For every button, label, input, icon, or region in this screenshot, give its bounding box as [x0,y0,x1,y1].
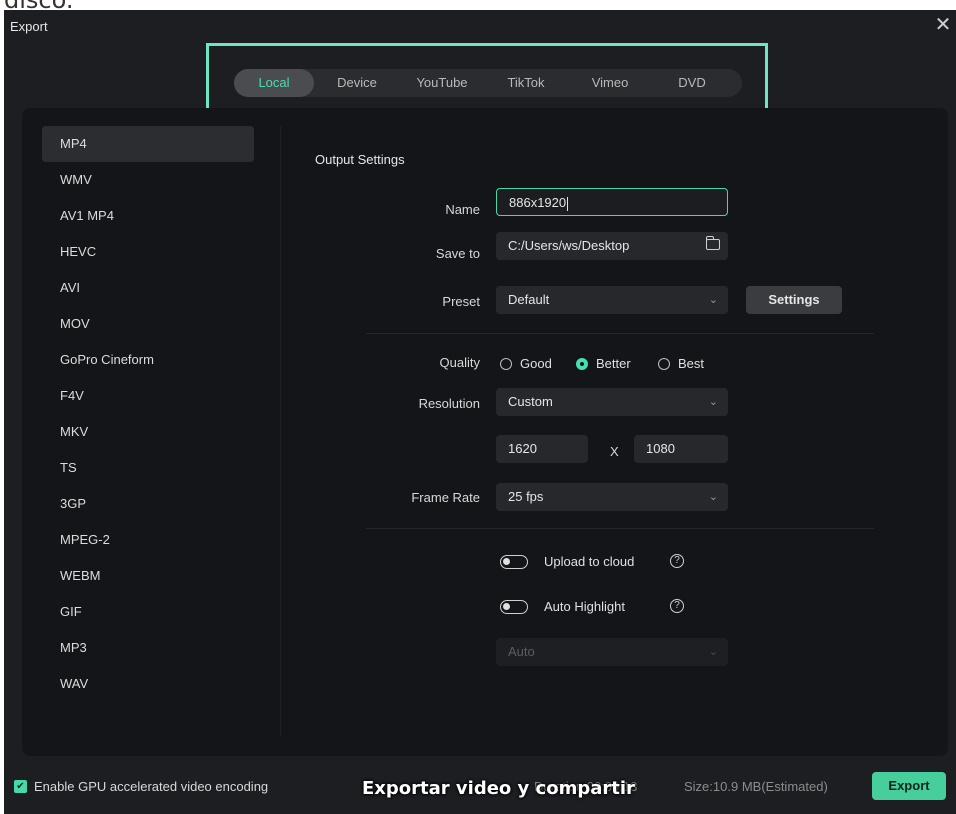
format-item-mp4[interactable]: MP4 [42,126,254,162]
upload-cloud-toggle[interactable] [500,555,528,569]
quality-best-label: Best [678,356,705,371]
format-item-ts[interactable]: TS [42,450,254,486]
tab-tiktok[interactable]: TikTok [484,69,568,97]
format-list: MP4 WMV AV1 MP4 HEVC AVI MOV GoPro Cinef… [42,126,254,702]
tab-vimeo[interactable]: Vimeo [568,69,652,97]
quality-radio-good[interactable]: Good [500,356,552,371]
format-item-hevc[interactable]: HEVC [42,234,254,270]
upload-cloud-label: Upload to cloud [544,554,635,569]
help-icon[interactable]: ? [670,554,684,568]
output-settings-title: Output Settings [315,152,405,167]
auto-highlight-select: Auto ⌄ [496,638,728,666]
sidebar-divider [280,126,281,736]
saveto-label: Save to [435,246,480,261]
preset-label: Preset [442,294,480,309]
resolution-select[interactable]: Custom ⌄ [496,388,728,416]
dimension-separator: X [610,444,619,459]
saveto-value: C:/Users/ws/Desktop [508,238,630,253]
format-item-gopro-cineform[interactable]: GoPro Cineform [42,342,254,378]
toggle-knob [503,603,510,610]
format-item-wmv[interactable]: WMV [42,162,254,198]
format-item-mpeg2[interactable]: MPEG-2 [42,522,254,558]
window-title: Export [10,19,48,34]
auto-highlight-toggle[interactable] [500,600,528,614]
resolution-value: Custom [508,394,553,409]
export-target-tabs: Local Device YouTube TikTok Vimeo DVD [234,69,742,97]
preset-select[interactable]: Default ⌄ [496,286,728,314]
text-caret [567,196,569,211]
format-item-mkv[interactable]: MKV [42,414,254,450]
tab-dvd[interactable]: DVD [652,69,732,97]
format-item-gif[interactable]: GIF [42,594,254,630]
folder-icon[interactable] [705,236,720,250]
auto-value: Auto [508,644,535,659]
saveto-field[interactable]: C:/Users/ws/Desktop [496,232,728,260]
format-item-avi[interactable]: AVI [42,270,254,306]
preset-value: Default [508,292,550,307]
size-text: Size:10.9 MB(Estimated) [684,779,828,794]
format-item-wav[interactable]: WAV [42,666,254,702]
radio-selected-icon [576,357,588,370]
tab-device[interactable]: Device [314,69,400,97]
radio-circle-icon [658,357,670,370]
radio-circle-icon [500,357,512,370]
tab-local[interactable]: Local [234,69,314,97]
chevron-down-icon: ⌄ [708,646,718,658]
export-dialog: Export ✕ Local Device YouTube TikTok Vim… [4,10,956,814]
name-input[interactable]: 886x1920 [496,188,728,216]
quality-better-label: Better [596,356,631,371]
width-input[interactable]: 1620 [496,435,588,463]
gpu-checkbox[interactable]: ✔ [14,780,27,793]
format-item-webm[interactable]: WEBM [42,558,254,594]
settings-button[interactable]: Settings [746,286,842,314]
name-label: Name [445,202,480,217]
auto-highlight-label: Auto Highlight [544,599,625,614]
height-value: 1080 [646,441,675,456]
gpu-label: Enable GPU accelerated video encoding [34,779,269,794]
quality-good-label: Good [520,356,552,371]
chevron-down-icon: ⌄ [708,396,718,408]
height-input[interactable]: 1080 [634,435,728,463]
settings-panel: MP4 WMV AV1 MP4 HEVC AVI MOV GoPro Cinef… [22,108,948,756]
chevron-down-icon: ⌄ [708,294,718,306]
width-value: 1620 [508,441,537,456]
quality-radio-better[interactable]: Better [576,356,631,371]
framerate-value: 25 fps [508,489,544,504]
export-button[interactable]: Export [872,772,946,800]
format-item-av1-mp4[interactable]: AV1 MP4 [42,198,254,234]
format-item-mp3[interactable]: MP3 [42,630,254,666]
quality-radio-best[interactable]: Best [658,356,704,371]
framerate-select[interactable]: 25 fps ⌄ [496,483,728,511]
section-divider [366,333,874,334]
name-value: 886x1920 [509,195,567,210]
format-item-3gp[interactable]: 3GP [42,486,254,522]
quality-label: Quality [439,355,480,370]
section-divider [366,528,874,529]
chevron-down-icon: ⌄ [708,491,718,503]
format-item-mov[interactable]: MOV [42,306,254,342]
help-icon[interactable]: ? [670,599,684,613]
resolution-label: Resolution [418,396,480,411]
format-item-f4v[interactable]: F4V [42,378,254,414]
close-icon[interactable]: ✕ [934,15,952,35]
video-subtitle: Exportar video y compartir [362,778,635,799]
tab-youtube[interactable]: YouTube [400,69,484,97]
framerate-label: Frame Rate [411,490,480,505]
toggle-knob [503,558,510,565]
